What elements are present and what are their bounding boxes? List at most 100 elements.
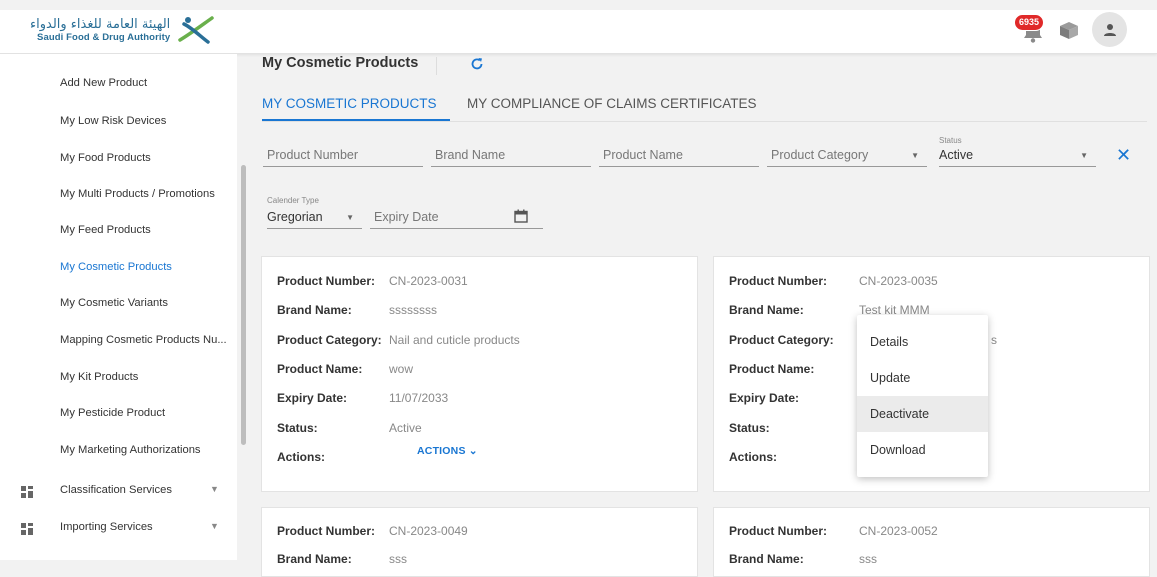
sidebar-item-my-cosmetic-variants[interactable]: My Cosmetic Variants: [60, 297, 168, 309]
status-select[interactable]: Active ▼: [939, 145, 1096, 167]
menu-item-download[interactable]: Download: [857, 432, 988, 468]
sidebar-scrollbar[interactable]: [241, 165, 246, 445]
brand-name-placeholder: Brand Name: [435, 148, 506, 162]
field-label: Product Name:: [729, 362, 815, 376]
product-category-placeholder: Product Category: [771, 148, 869, 162]
product-card: Product Number: CN-2023-0031 Brand Name:…: [261, 256, 698, 492]
top-icons: 6935: [1014, 12, 1127, 47]
field-value: CN-2023-0035: [859, 274, 938, 288]
user-avatar[interactable]: [1092, 12, 1127, 47]
sidebar-item-my-kit-products[interactable]: My Kit Products: [60, 371, 138, 383]
sfda-logo[interactable]: الهيئة العامة للغذاء والدواء Saudi Food …: [30, 14, 235, 46]
menu-item-details[interactable]: Details: [857, 324, 988, 360]
box-icon[interactable]: [1058, 20, 1080, 40]
notifications-button[interactable]: 6935: [1014, 13, 1046, 44]
field-label: Brand Name:: [277, 303, 352, 317]
field-label: Status:: [729, 421, 770, 435]
clear-filters-icon[interactable]: ✕: [1116, 145, 1131, 166]
product-card: Product Number: CN-2023-0052 Brand Name:…: [713, 507, 1150, 577]
title-divider: [436, 57, 437, 75]
logo-arabic-text: الهيئة العامة للغذاء والدواء: [30, 16, 171, 32]
field-value: CN-2023-0052: [859, 524, 938, 538]
actions-menu: Details Update Deactivate Download: [857, 315, 988, 477]
chevron-down-icon: ▼: [210, 521, 219, 531]
top-bar: الهيئة العامة للغذاء والدواء Saudi Food …: [0, 0, 1157, 54]
field-value: CN-2023-0031: [389, 274, 468, 288]
field-label: Expiry Date:: [729, 391, 800, 405]
field-value: sss: [859, 552, 877, 566]
dropdown-arrow-icon: ▼: [346, 213, 354, 222]
field-label: Status:: [277, 421, 318, 435]
product-name-input[interactable]: Product Name: [599, 145, 759, 167]
sidebar-item-my-marketing-authorizations[interactable]: My Marketing Authorizations: [60, 444, 201, 456]
sidebar-item-my-feed-products[interactable]: My Feed Products: [60, 224, 151, 236]
calendar-type-value: Gregorian: [267, 210, 323, 224]
field-label: Brand Name:: [729, 303, 804, 317]
field-value: ssssssss: [389, 303, 437, 317]
expiry-date-placeholder: Expiry Date: [374, 210, 439, 224]
field-label: Product Number:: [729, 524, 828, 538]
field-value: Active: [389, 421, 422, 435]
tab-my-cosmetic-products[interactable]: MY COSMETIC PRODUCTS: [262, 96, 437, 111]
actions-button[interactable]: ACTIONS ⌄: [417, 445, 478, 457]
sidebar: Add New Product My Low Risk Devices My F…: [0, 54, 237, 560]
menu-item-update[interactable]: Update: [857, 360, 988, 396]
dropdown-arrow-icon: ▼: [1080, 151, 1088, 160]
sidebar-item-mapping-cosmetic-products[interactable]: Mapping Cosmetic Products Nu...: [60, 334, 227, 346]
tab-my-compliance-of-claims-certificates[interactable]: MY COMPLIANCE OF CLAIMS CERTIFICATES: [467, 96, 757, 111]
logo-mark-icon: [178, 16, 215, 44]
field-label: Product Name:: [277, 362, 363, 376]
logo-english-text: Saudi Food & Drug Authority: [37, 31, 171, 43]
calendar-type-label: Calender Type: [267, 196, 319, 205]
sidebar-group-classification-services[interactable]: Classification Services ▼: [0, 480, 237, 504]
tabs-divider: [262, 121, 1147, 122]
field-value: CN-2023-0049: [389, 524, 468, 538]
field-value: s: [991, 333, 997, 347]
user-icon: [1103, 23, 1116, 36]
sidebar-item-my-multi-products[interactable]: My Multi Products / Promotions: [60, 188, 215, 200]
calendar-type-select[interactable]: Gregorian ▼: [267, 207, 362, 229]
field-value: Nail and cuticle products: [389, 333, 520, 347]
field-label: Product Category:: [729, 333, 834, 347]
sidebar-item-add-new-product[interactable]: Add New Product: [60, 77, 147, 89]
refresh-icon[interactable]: [470, 57, 484, 71]
calendar-icon[interactable]: [514, 209, 528, 223]
menu-item-deactivate[interactable]: Deactivate: [857, 396, 988, 432]
product-number-placeholder: Product Number: [267, 148, 359, 162]
grid-icon: [21, 523, 33, 535]
dropdown-arrow-icon: ▼: [911, 151, 919, 160]
product-number-input[interactable]: Product Number: [263, 145, 423, 167]
sidebar-group-label: Classification Services: [60, 484, 172, 496]
field-label: Actions:: [277, 450, 325, 464]
top-strip: [0, 0, 1157, 10]
logo-text: الهيئة العامة للغذاء والدواء Saudi Food …: [30, 18, 170, 43]
sidebar-group-importing-services[interactable]: Importing Services ▼: [0, 517, 237, 541]
field-value: sss: [389, 552, 407, 566]
sidebar-item-my-cosmetic-products[interactable]: My Cosmetic Products: [60, 261, 172, 273]
product-category-select[interactable]: Product Category ▼: [767, 145, 927, 167]
field-label: Brand Name:: [729, 552, 804, 566]
field-value: 11/07/2033: [389, 391, 449, 405]
status-label: Status: [939, 136, 962, 145]
active-tab-indicator: [262, 119, 450, 121]
status-value: Active: [939, 148, 974, 162]
sidebar-group-label: Importing Services: [60, 521, 153, 533]
sidebar-item-my-food-products[interactable]: My Food Products: [60, 152, 151, 164]
field-label: Actions:: [729, 450, 777, 464]
grid-icon: [21, 486, 33, 498]
field-label: Brand Name:: [277, 552, 352, 566]
sidebar-item-my-pesticide-product[interactable]: My Pesticide Product: [60, 407, 165, 419]
sidebar-item-my-low-risk-devices[interactable]: My Low Risk Devices: [60, 115, 166, 127]
field-label: Product Number:: [277, 524, 376, 538]
field-label: Product Number:: [277, 274, 376, 288]
field-label: Product Category:: [277, 333, 382, 347]
product-card: Product Number: CN-2023-0049 Brand Name:…: [261, 507, 698, 577]
brand-name-input[interactable]: Brand Name: [431, 145, 591, 167]
field-label: Expiry Date:: [277, 391, 348, 405]
product-name-placeholder: Product Name: [603, 148, 683, 162]
chevron-down-icon: ▼: [210, 484, 219, 494]
page-title: My Cosmetic Products: [262, 55, 419, 71]
field-value: wow: [389, 362, 414, 376]
field-label: Product Number:: [729, 274, 828, 288]
notification-badge: 6935: [1014, 13, 1045, 31]
